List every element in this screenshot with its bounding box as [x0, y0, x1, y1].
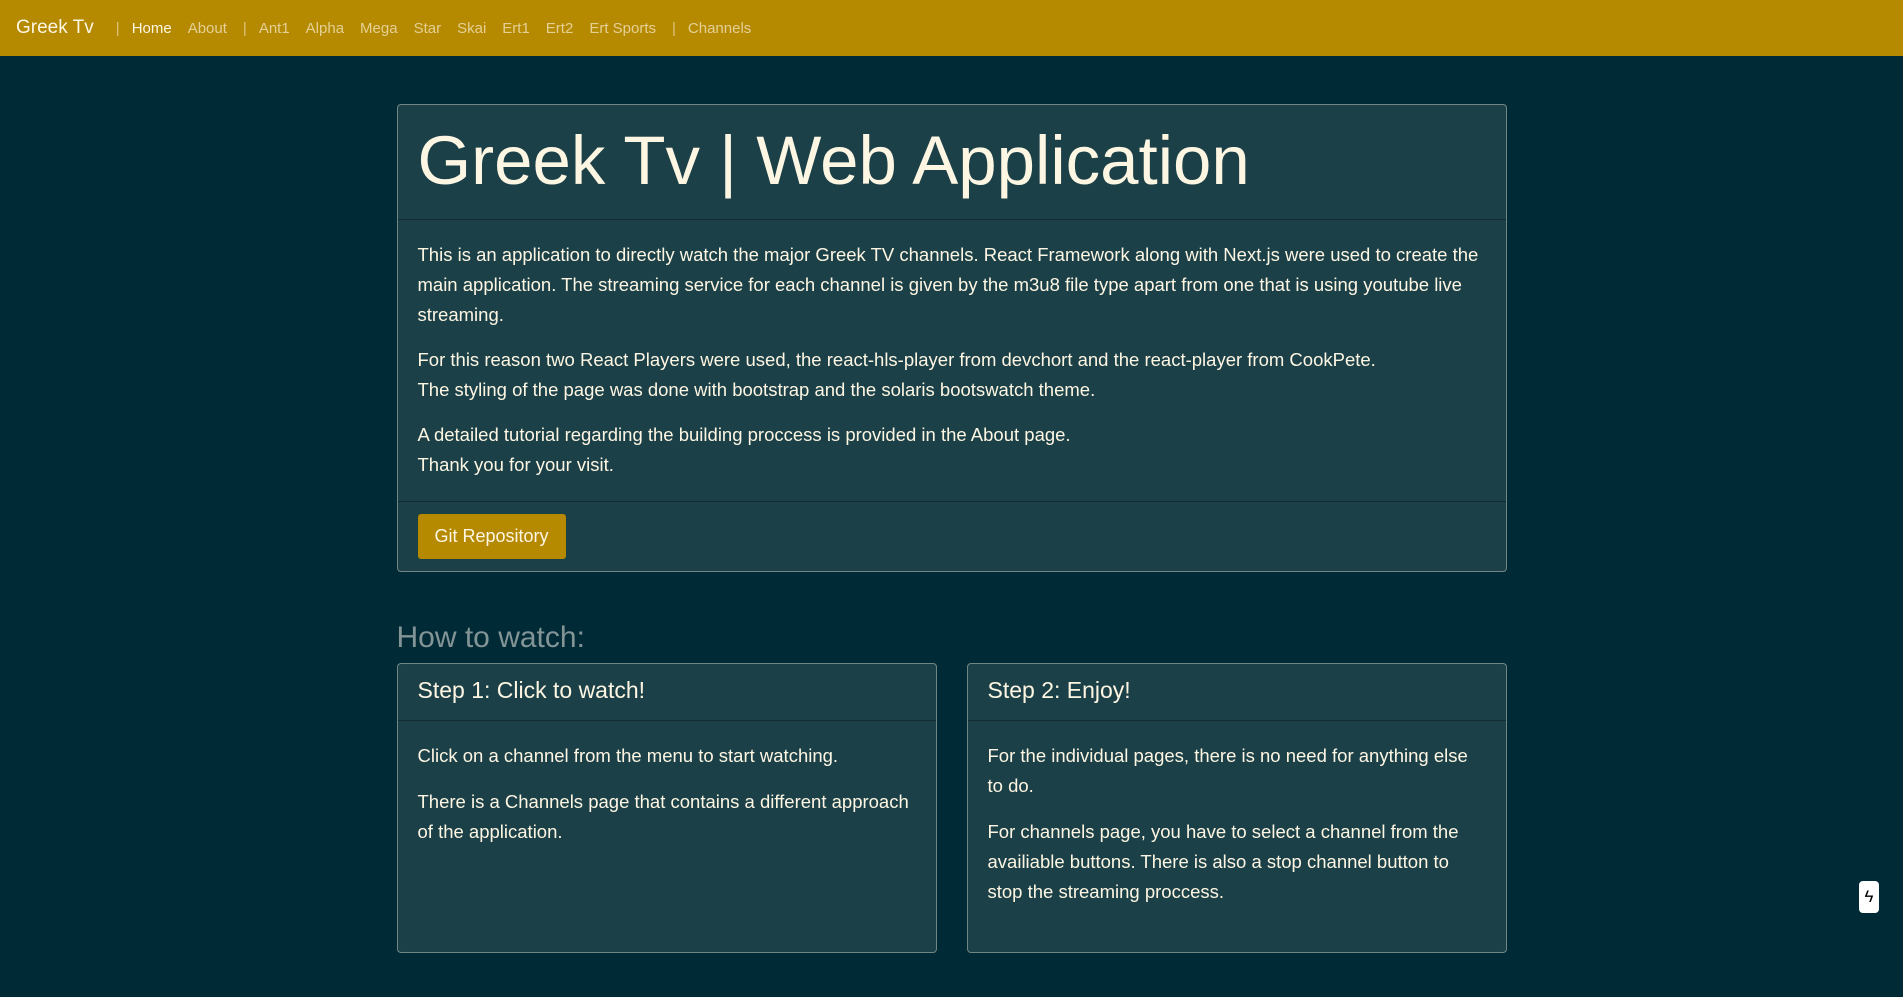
nav-star[interactable]: Star [414, 20, 442, 37]
lightning-icon[interactable]: ϟ [1859, 881, 1879, 913]
players-paragraph: For this reason two React Players were u… [418, 345, 1486, 405]
hero-footer: Git Repository [397, 500, 1506, 571]
nav-ert1[interactable]: Ert1 [502, 20, 530, 37]
players-line: For this reason two React Players were u… [417, 348, 1376, 370]
nav-separator: | [115, 19, 120, 37]
nav-mega[interactable]: Mega [360, 20, 398, 37]
git-repository-button[interactable]: Git Repository [417, 513, 566, 559]
step-1-card: Step 1: Click to watch! Click on a chann… [396, 662, 937, 953]
step-2-text: For the individual pages, there is no ne… [987, 744, 1468, 796]
step-2-title: Step 2: Enjoy! [967, 664, 1506, 721]
how-to-watch-heading: How to watch: [396, 620, 585, 654]
tutorial-paragraph: A detailed tutorial regarding the buildi… [418, 420, 1486, 480]
step-2-text: For channels page, you have to select a … [987, 820, 1459, 902]
nav-ert-sports[interactable]: Ert Sports [589, 20, 656, 37]
nav-alpha[interactable]: Alpha [306, 20, 344, 37]
styling-line: The styling of the page was done with bo… [417, 378, 1096, 400]
nav-about[interactable]: About [188, 20, 227, 37]
page-title: Greek Tv | Web Application [417, 122, 1250, 199]
top-navbar: Greek Tv | Home About | Ant1 Alpha Mega … [0, 0, 1903, 56]
nav-ant1[interactable]: Ant1 [259, 20, 290, 37]
nav-ert2[interactable]: Ert2 [546, 20, 574, 37]
hero-card: Greek Tv | Web Application This is an ap… [396, 104, 1507, 572]
nav-separator: | [672, 19, 676, 37]
tutorial-line: A detailed tutorial regarding the buildi… [417, 423, 1071, 445]
step-1-title: Step 1: Click to watch! [397, 664, 936, 721]
brand-link[interactable]: Greek Tv [16, 17, 94, 39]
steps-row: Step 1: Click to watch! Click on a chann… [396, 662, 1507, 953]
step-2-body: For the individual pages, there is no ne… [968, 721, 1506, 943]
thanks-line: Thank you for your visit. [417, 453, 614, 475]
main-content: Greek Tv | Web Application This is an ap… [396, 104, 1507, 953]
step-1-text: Click on a channel from the menu to star… [417, 744, 839, 766]
nav-separator: | [242, 19, 247, 37]
nav-skai[interactable]: Skai [457, 20, 486, 37]
hero-body: This is an application to directly watch… [398, 220, 1506, 501]
nav-channels[interactable]: Channels [688, 20, 751, 37]
intro-paragraph: This is an application to directly watch… [417, 243, 1479, 325]
step-1-text: There is a Channels page that contains a… [417, 790, 909, 842]
nav-home[interactable]: Home [132, 20, 172, 37]
hero-header: Greek Tv | Web Application [397, 105, 1506, 220]
step-2-card: Step 2: Enjoy! For the individual pages,… [966, 662, 1507, 953]
step-1-body: Click on a channel from the menu to star… [398, 721, 936, 883]
